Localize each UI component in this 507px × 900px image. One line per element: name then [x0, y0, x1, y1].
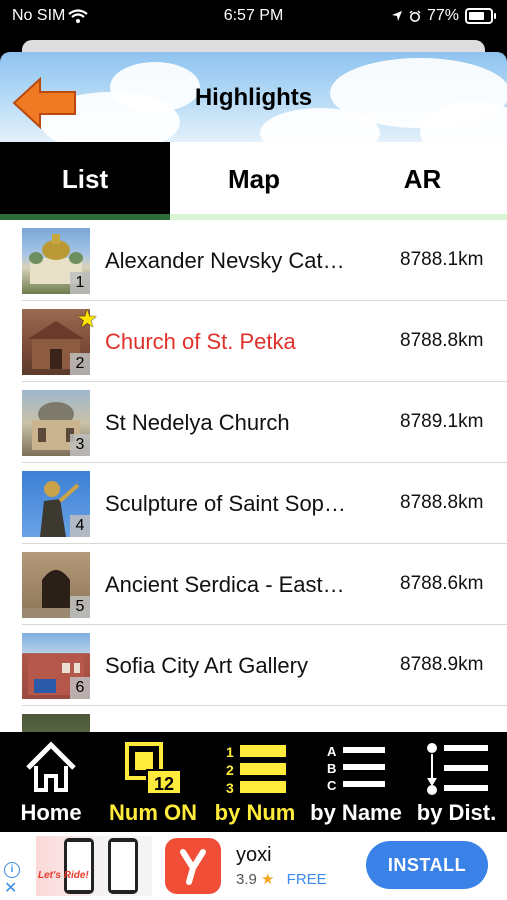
list-item[interactable]: 5 Ancient Serdica - East… 8788.6km: [22, 544, 507, 625]
sort-by-distance-button[interactable]: by Dist.: [406, 732, 507, 832]
ad-creative-text: Let's Ride!: [38, 870, 89, 881]
place-name: Church of St. Petka: [105, 329, 296, 354]
by-name-label: by Name: [310, 800, 402, 825]
list-digit: 1: [226, 744, 234, 760]
list-item[interactable]: 3 St Nedelya Church 8789.1km: [22, 382, 507, 463]
number-badge: 2: [70, 353, 90, 375]
ad-app-name[interactable]: yoxi: [236, 844, 272, 867]
next-thumbnail: [22, 714, 90, 732]
battery-percent: 77%: [426, 7, 459, 24]
number-badge: 1: [70, 272, 90, 294]
ad-info-icon[interactable]: i: [4, 862, 20, 878]
list-item[interactable]: 6 Sofia City Art Gallery 8788.9km: [22, 625, 507, 706]
ad-price: FREE: [286, 871, 327, 888]
favorite-star-icon: ★: [76, 306, 98, 333]
install-button[interactable]: INSTALL: [366, 841, 488, 889]
place-distance: 8788.8km: [400, 492, 484, 513]
list-digit: 3: [226, 780, 234, 796]
distance-list-icon: [426, 743, 488, 795]
numbered-list-icon: 1 2 3: [226, 744, 286, 796]
list-item[interactable]: 4 Sculpture of Saint Sop… 8788.8km: [22, 463, 507, 544]
number-toggle-icon: 12: [125, 742, 182, 795]
number-badge: 4: [70, 515, 90, 537]
home-icon: [26, 741, 76, 792]
home-button[interactable]: Home: [0, 732, 102, 832]
list-digit: 2: [226, 762, 234, 778]
list-item[interactable]: [22, 706, 507, 732]
location-icon: [391, 11, 402, 21]
num-on-badge: 12: [154, 774, 174, 794]
number-badge: 5: [70, 596, 90, 618]
alphabetical-list-icon: A B C: [327, 744, 385, 793]
page-title: Highlights: [194, 84, 313, 111]
list-item[interactable]: ★ 2 Church of St. Petka 8788.8km: [22, 301, 507, 382]
place-distance: 8788.9km: [400, 654, 484, 675]
number-badge: 3: [70, 434, 90, 456]
place-name: Sofia City Art Gallery: [105, 653, 308, 678]
ad-banner[interactable]: i ✕ Let's Ride! yoxi 3.9 ★ FREE INSTALL: [0, 832, 507, 900]
by-num-label: by Num: [214, 800, 296, 825]
ad-close-icon[interactable]: ✕: [4, 878, 17, 898]
tab-map-label: Map: [228, 163, 280, 194]
num-on-label: Num ON: [109, 800, 197, 825]
church-dome-thumbnail: 3: [22, 390, 90, 456]
list-letter: B: [327, 761, 336, 776]
ruins-thumbnail: 5: [22, 552, 90, 618]
place-distance: 8788.8km: [400, 330, 484, 351]
place-name: Ancient Serdica - East…: [105, 572, 345, 597]
tab-list-label: List: [61, 163, 109, 194]
yoxi-logo-icon[interactable]: [165, 838, 221, 894]
ad-rating: 3.9 ★ FREE: [236, 870, 327, 888]
list-item[interactable]: 1 Alexander Nevsky Cat… 8788.1km: [22, 220, 507, 301]
church-thumbnail: ★ 2: [22, 306, 98, 375]
sort-by-num-button[interactable]: 1 2 3 by Num: [204, 732, 306, 832]
list-letter: C: [327, 778, 337, 793]
by-dist-label: by Dist.: [416, 800, 497, 825]
place-name: St Nedelya Church: [105, 410, 290, 435]
tab-map[interactable]: Map: [170, 142, 338, 216]
rating-star-icon: ★: [261, 871, 275, 888]
tab-bar: List Map AR: [0, 142, 507, 222]
place-distance: 8788.6km: [400, 573, 484, 594]
sort-by-name-button[interactable]: A B C by Name: [306, 732, 406, 832]
statue-thumbnail: 4: [22, 471, 90, 537]
highlights-list[interactable]: 1 Alexander Nevsky Cat… 8788.1km ★ 2 Chu…: [0, 220, 507, 732]
place-name: Alexander Nevsky Cat…: [105, 248, 345, 273]
battery-icon: [465, 8, 496, 24]
bottom-toolbar: Home 12 Num ON 1 2 3 by Num A B C by Nam…: [0, 732, 507, 832]
ad-rating-value: 3.9: [236, 871, 257, 888]
place-name: Sculpture of Saint Sop…: [105, 491, 346, 516]
place-distance: 8789.1km: [400, 411, 484, 432]
num-on-button[interactable]: 12 Num ON: [102, 732, 204, 832]
list-letter: A: [327, 744, 337, 759]
alarm-icon: [409, 10, 421, 22]
header: Highlights: [0, 52, 507, 142]
place-distance: 8788.1km: [400, 249, 484, 270]
number-badge: 6: [70, 677, 90, 699]
ad-creative-image[interactable]: Let's Ride!: [36, 836, 152, 896]
gallery-thumbnail: 6: [22, 633, 90, 699]
home-label: Home: [20, 800, 82, 825]
tab-ar-label: AR: [403, 163, 442, 194]
tab-list[interactable]: List: [0, 142, 170, 216]
status-bar: No SIM 6:57 PM 77%: [0, 0, 507, 32]
cathedral-thumbnail: 1: [22, 228, 90, 294]
tab-ar[interactable]: AR: [338, 142, 507, 216]
